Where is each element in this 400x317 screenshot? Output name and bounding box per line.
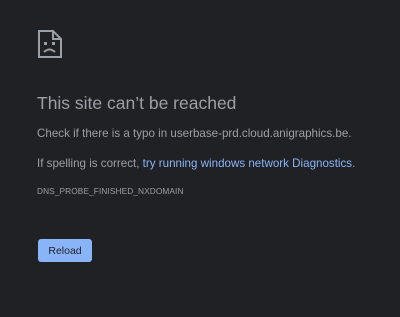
reload-button[interactable]: Reload (38, 239, 92, 262)
spelling-hint-text: If spelling is correct, (37, 157, 143, 170)
sad-document-icon (37, 29, 63, 59)
diagnostics-link[interactable]: try running windows network Diagnostics (143, 157, 352, 170)
error-title: This site can’t be reached (37, 93, 237, 113)
typo-hint: Check if there is a typo in userbase-prd… (37, 127, 352, 140)
spelling-hint-suffix: . (352, 157, 356, 170)
error-code: DNS_PROBE_FINISHED_NXDOMAIN (37, 186, 184, 196)
spelling-hint: If spelling is correct, try running wind… (37, 157, 355, 170)
